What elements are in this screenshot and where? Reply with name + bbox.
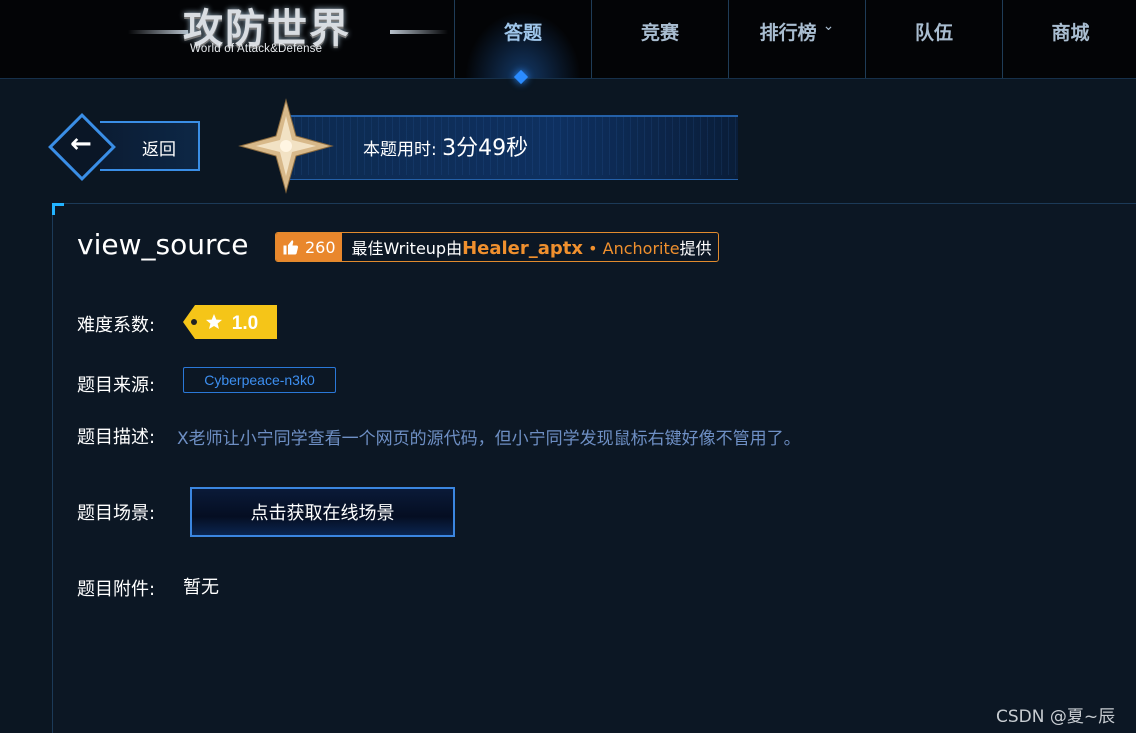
nav-item-label: 排行榜 — [759, 22, 817, 44]
scene-label: 题目场景: — [77, 503, 156, 524]
timer-text: 本题用时: 3分49秒 — [363, 130, 528, 162]
nav-item-label: 商城 — [1051, 22, 1090, 44]
writeup-prefix: 最佳Writeup由 — [351, 239, 463, 258]
writeup-team[interactable]: • Anchorite — [583, 239, 679, 258]
nav-item-label: 答题 — [503, 22, 542, 44]
nav-item-competition[interactable]: 竞赛 — [591, 0, 728, 78]
back-button[interactable]: ← 返回 — [48, 113, 202, 181]
writeup-suffix: 提供 — [679, 239, 712, 258]
chevron-down-icon: ⌄ — [822, 18, 835, 34]
challenge-title: view_source — [77, 228, 249, 261]
attachment-value: 暂无 — [183, 577, 219, 598]
nav-item-team[interactable]: 队伍 — [865, 0, 1002, 78]
nav-item-shop[interactable]: 商城 — [1002, 0, 1136, 78]
back-label: 返回 — [142, 140, 176, 160]
compass-star-icon — [238, 98, 334, 194]
source-label: 题目来源: — [77, 375, 156, 396]
best-writeup-badge[interactable]: 260 最佳Writeup由Healer_aptx • Anchorite提供 — [275, 232, 719, 262]
logo-wing-right — [390, 30, 448, 34]
timer-value: 3分49秒 — [442, 136, 529, 161]
panel-corner-accent — [52, 203, 64, 215]
difficulty-tag: 1.0 — [183, 305, 277, 339]
like-count-value: 260 — [305, 237, 336, 257]
challenge-panel — [52, 203, 1136, 733]
main-nav: 答题 竞赛 排行榜 ⌄ 队伍 商城 — [454, 0, 1136, 78]
top-navbar: 攻防世界 World of Attack&Defense 答题 竞赛 排行榜 ⌄ … — [0, 0, 1136, 79]
nav-item-answer[interactable]: 答题 — [454, 0, 591, 78]
nav-item-label: 队伍 — [914, 22, 953, 44]
timer-label: 本题用时: — [363, 140, 437, 160]
difficulty-value: 1.0 — [232, 313, 258, 334]
attachment-label: 题目附件: — [77, 579, 156, 600]
description-label: 题目描述: — [77, 427, 156, 448]
thumbs-up-icon — [283, 240, 299, 255]
like-count[interactable]: 260 — [276, 233, 342, 261]
writeup-user[interactable]: Healer_aptx — [462, 238, 583, 259]
logo-subtitle: World of Attack&Defense — [190, 43, 323, 55]
get-scene-button[interactable]: 点击获取在线场景 — [190, 487, 455, 537]
arrow-left-icon: ← — [70, 129, 92, 159]
difficulty-label: 难度系数: — [77, 315, 156, 336]
nav-item-label: 竞赛 — [640, 22, 679, 44]
source-tag[interactable]: Cyberpeace-n3k0 — [183, 367, 336, 393]
logo-wing-left — [128, 30, 188, 34]
writeup-text: 最佳Writeup由Healer_aptx • Anchorite提供 — [342, 235, 718, 259]
nav-item-ranking[interactable]: 排行榜 ⌄ — [728, 0, 865, 78]
site-logo[interactable]: 攻防世界 World of Attack&Defense — [128, 2, 448, 66]
description-text: X老师让小宁同学查看一个网页的源代码，但小宁同学发现鼠标右键好像不管用了。 — [177, 429, 801, 449]
watermark: CSDN @夏~辰 — [996, 707, 1116, 727]
